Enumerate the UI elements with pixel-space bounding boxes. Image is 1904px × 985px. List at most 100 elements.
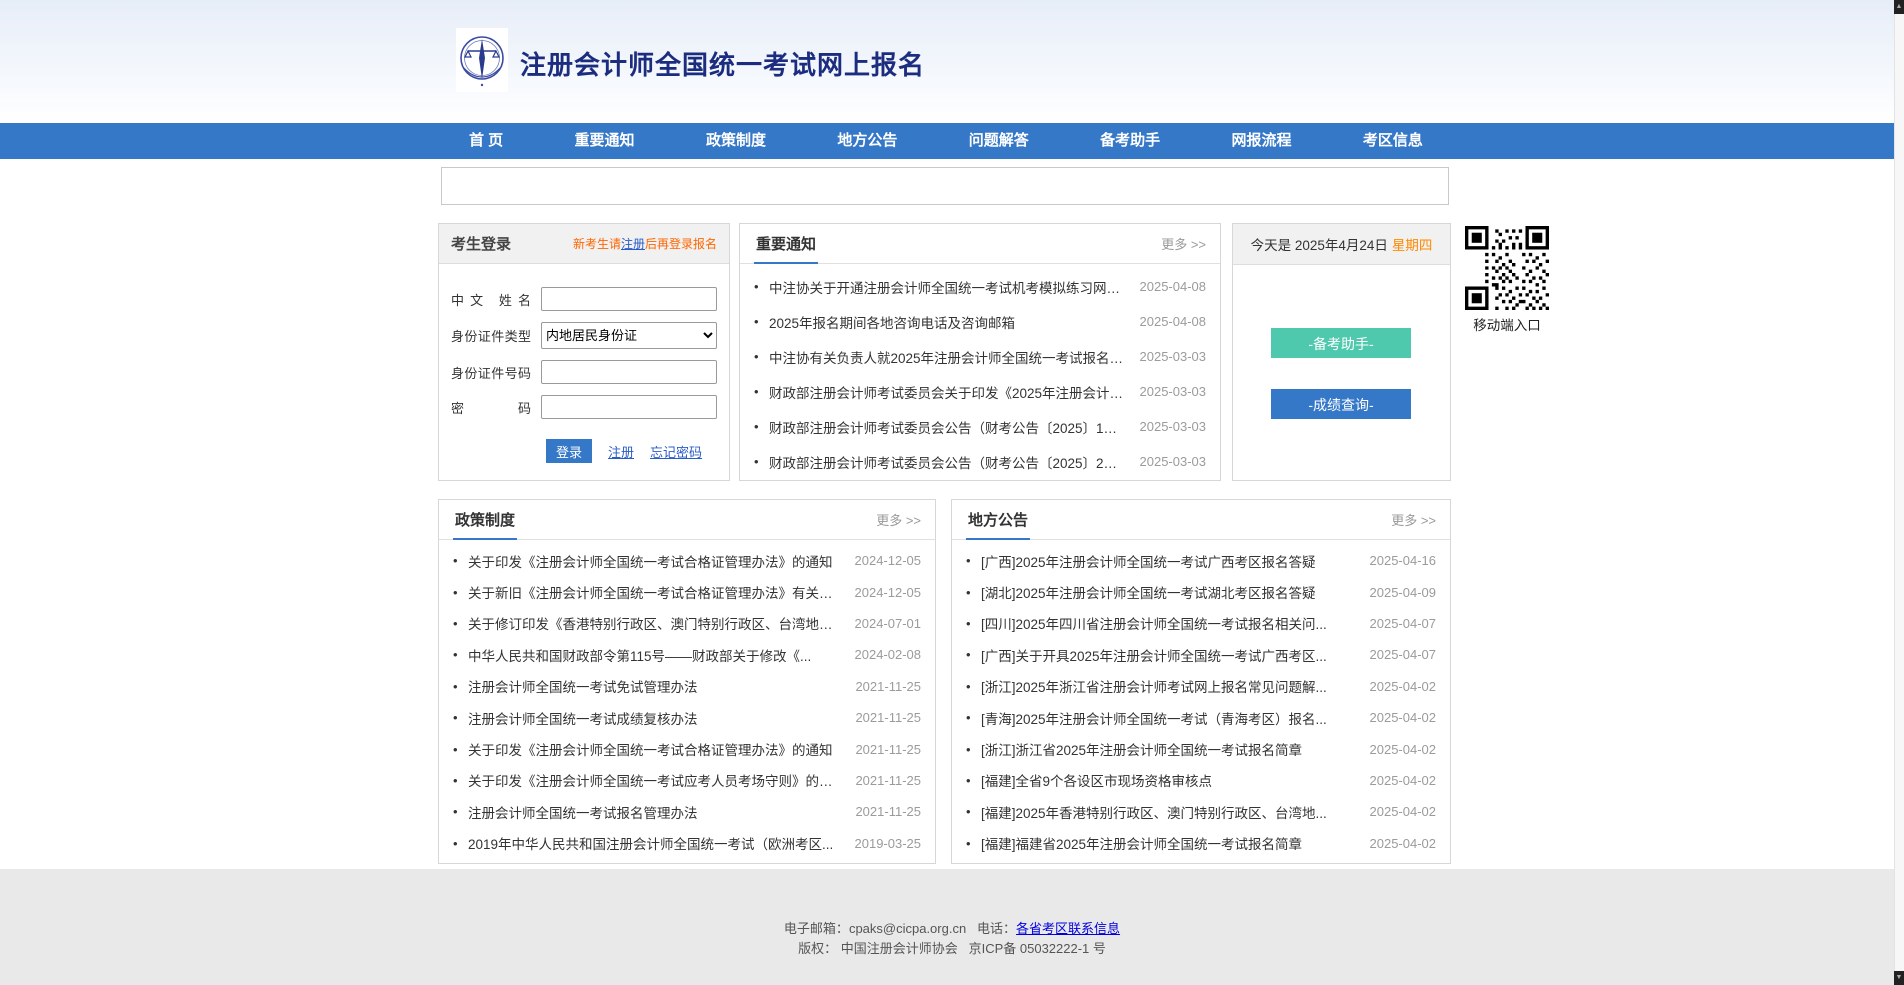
- bullet-icon: •: [453, 804, 468, 819]
- local-link[interactable]: [浙江]2025年浙江省注册会计师考试网上报名常见问题解...: [981, 676, 1358, 696]
- local-link[interactable]: [湖北]2025年注册会计师全国统一考试湖北考区报名答疑: [981, 582, 1358, 602]
- bullet-icon: •: [966, 742, 981, 757]
- notice-link[interactable]: 财政部注册会计师考试委员会公告（财考公告〔2025〕2号...: [769, 452, 1128, 472]
- policies-title: 政策制度: [453, 500, 517, 540]
- local-date: 2025-04-07: [1370, 647, 1437, 662]
- policy-list-item: • 关于印发《注册会计师全国统一考试合格证管理办法》的通知 2021-11-25: [453, 733, 921, 764]
- bullet-icon: •: [754, 454, 769, 469]
- notice-suffix: 后再登录报名: [645, 237, 717, 251]
- notice-link[interactable]: 财政部注册会计师考试委员会关于印发《2025年注册会计师...: [769, 382, 1128, 402]
- notice-link[interactable]: 中注协关于开通注册会计师全国统一考试机考模拟练习网站的公...: [769, 277, 1128, 297]
- today-date: 今天是 2025年4月24日 星期四: [1233, 224, 1450, 265]
- notice-link[interactable]: 财政部注册会计师考试委员会公告（财考公告〔2025〕1号...: [769, 417, 1128, 437]
- nav-item[interactable]: 政策制度: [706, 123, 766, 159]
- local-header: 地方公告 更多 >>: [952, 500, 1450, 540]
- local-list-item: • [广西]2025年注册会计师全国统一考试广西考区报名答疑 2025-04-1…: [966, 545, 1436, 576]
- id-type-select[interactable]: 内地居民身份证: [541, 322, 717, 349]
- nav-item[interactable]: 考区信息: [1363, 123, 1423, 159]
- local-link[interactable]: [浙江]浙江省2025年注册会计师全国统一考试报名简章: [981, 739, 1358, 759]
- policy-link[interactable]: 关于印发《注册会计师全国统一考试合格证管理办法》的通知: [468, 551, 843, 571]
- policy-date: 2021-11-25: [855, 773, 921, 788]
- id-number-input[interactable]: [541, 360, 717, 384]
- policy-link[interactable]: 注册会计师全国统一考试免试管理办法: [468, 676, 843, 696]
- province-contact-link[interactable]: 各省考区联系信息: [1016, 921, 1120, 936]
- local-date: 2025-04-02: [1370, 679, 1437, 694]
- policy-list-item: • 注册会计师全国统一考试报名管理办法 2021-11-25: [453, 796, 921, 827]
- notice-list-item: • 财政部注册会计师考试委员会公告（财考公告〔2025〕2号... 2025-0…: [754, 444, 1206, 479]
- bullet-icon: •: [966, 836, 981, 851]
- forgot-password-link[interactable]: 忘记密码: [650, 442, 702, 461]
- local-link[interactable]: [四川]2025年四川省注册会计师全国统一考试报名相关问...: [981, 613, 1358, 633]
- local-link[interactable]: [青海]2025年注册会计师全国统一考试（青海考区）报名...: [981, 708, 1358, 728]
- local-title: 地方公告: [966, 500, 1030, 540]
- notice-link[interactable]: 中注协有关负责人就2025年注册会计师全国统一考试报名相...: [769, 347, 1128, 367]
- scroll-up-arrow-icon[interactable]: ▲: [1894, 0, 1904, 14]
- local-link[interactable]: [广西]2025年注册会计师全国统一考试广西考区报名答疑: [981, 551, 1358, 571]
- nav-item[interactable]: 网报流程: [1232, 123, 1292, 159]
- policy-list-item: • 关于新旧《注册会计师全国统一考试合格证管理办法》有关衔接... 2024-1…: [453, 576, 921, 607]
- local-link[interactable]: [福建]全省9个各设区市现场资格审核点: [981, 770, 1358, 790]
- copyright-label: 版权：: [798, 941, 837, 956]
- local-list-item: • [福建]2025年香港特别行政区、澳门特别行政区、台湾地... 2025-0…: [966, 796, 1436, 827]
- qr-code-icon: [1465, 226, 1549, 310]
- policy-list-item: • 注册会计师全国统一考试成绩复核办法 2021-11-25: [453, 702, 921, 733]
- info-panel: 今天是 2025年4月24日 星期四 -备考助手- -成绩查询-: [1232, 223, 1451, 481]
- bullet-icon: •: [453, 647, 468, 662]
- policy-link[interactable]: 注册会计师全国统一考试成绩复核办法: [468, 708, 843, 728]
- policies-header: 政策制度 更多 >>: [439, 500, 935, 540]
- policy-link[interactable]: 关于印发《注册会计师全国统一考试合格证管理办法》的通知: [468, 739, 843, 759]
- bullet-icon: •: [966, 710, 981, 725]
- policy-link[interactable]: 中华人民共和国财政部令第115号——财政部关于修改《...: [468, 645, 843, 665]
- new-candidate-notice: 新考生请注册后再登录报名: [573, 235, 717, 252]
- policies-more-link[interactable]: 更多 >>: [876, 510, 921, 529]
- policy-link[interactable]: 2019年中华人民共和国注册会计师全国统一考试（欧洲考区...: [468, 833, 843, 853]
- local-list-item: • [福建]全省9个各设区市现场资格审核点 2025-04-02: [966, 765, 1436, 796]
- local-more-link[interactable]: 更多 >>: [1391, 510, 1436, 529]
- local-date: 2025-04-02: [1370, 773, 1437, 788]
- policy-link[interactable]: 关于新旧《注册会计师全国统一考试合格证管理办法》有关衔接...: [468, 582, 843, 602]
- policy-list-item: • 关于印发《注册会计师全国统一考试应考人员考场守则》的通知 2021-11-2…: [453, 765, 921, 796]
- name-row: 中文 姓名: [451, 287, 717, 311]
- nav-item[interactable]: 地方公告: [837, 123, 897, 159]
- local-list-item: • [四川]2025年四川省注册会计师全国统一考试报名相关问... 2025-0…: [966, 608, 1436, 639]
- notice-list-item: • 中注协有关负责人就2025年注册会计师全国统一考试报名相... 2025-0…: [754, 339, 1206, 374]
- password-input[interactable]: [541, 395, 717, 419]
- local-link[interactable]: [福建]福建省2025年注册会计师全国统一考试报名简章: [981, 833, 1358, 853]
- nav-item[interactable]: 问题解答: [969, 123, 1029, 159]
- local-date: 2025-04-16: [1370, 553, 1437, 568]
- notice-date: 2025-04-08: [1140, 314, 1207, 329]
- local-link[interactable]: [广西]关于开具2025年注册会计师全国统一考试广西考区...: [981, 645, 1358, 665]
- policy-link[interactable]: 关于修订印发《香港特别行政区、澳门特别行政区、台湾地区居...: [468, 613, 843, 633]
- local-date: 2025-04-09: [1370, 585, 1437, 600]
- announcement-bar: [441, 167, 1449, 205]
- notice-list-item: • 财政部注册会计师考试委员会关于印发《2025年注册会计师... 2025-0…: [754, 374, 1206, 409]
- nav-item[interactable]: 备考助手: [1100, 123, 1160, 159]
- notice-register-link[interactable]: 注册: [621, 237, 645, 251]
- exam-helper-button[interactable]: -备考助手-: [1271, 328, 1411, 358]
- policies-panel: 政策制度 更多 >> • 关于印发《注册会计师全国统一考试合格证管理办法》的通知…: [438, 499, 936, 864]
- policy-list-item: • 关于印发《注册会计师全国统一考试合格证管理办法》的通知 2024-12-05: [453, 545, 921, 576]
- register-link[interactable]: 注册: [608, 442, 634, 461]
- nav-item[interactable]: 首 页: [469, 123, 503, 159]
- local-link[interactable]: [福建]2025年香港特别行政区、澳门特别行政区、台湾地...: [981, 802, 1358, 822]
- id-number-row: 身份证件号码: [451, 360, 717, 384]
- local-list-item: • [浙江]2025年浙江省注册会计师考试网上报名常见问题解... 2025-0…: [966, 671, 1436, 702]
- login-button[interactable]: 登录: [546, 439, 592, 463]
- name-input[interactable]: [541, 287, 717, 311]
- qr-label: 移动端入口: [1465, 314, 1549, 334]
- mobile-entry-qr: 移动端入口: [1465, 226, 1549, 334]
- policy-date: 2019-03-25: [855, 836, 922, 851]
- policy-date: 2021-11-25: [855, 742, 921, 757]
- scroll-down-arrow-icon[interactable]: ▼: [1894, 971, 1904, 985]
- bullet-icon: •: [453, 585, 468, 600]
- nav-item[interactable]: 重要通知: [575, 123, 635, 159]
- policy-link[interactable]: 关于印发《注册会计师全国统一考试应考人员考场守则》的通知: [468, 770, 843, 790]
- notices-more-link[interactable]: 更多 >>: [1161, 234, 1206, 253]
- main-navigation: 首 页 重要通知 政策制度 地方公告 问题解答 备考助手 网报流程 考区信息: [0, 123, 1904, 159]
- score-query-button[interactable]: -成绩查询-: [1271, 389, 1411, 419]
- notice-link[interactable]: 2025年报名期间各地咨询电话及咨询邮箱: [769, 312, 1128, 332]
- policy-link[interactable]: 注册会计师全国统一考试报名管理办法: [468, 802, 843, 822]
- vertical-scrollbar[interactable]: ▲ ▼: [1894, 0, 1904, 985]
- bullet-icon: •: [453, 679, 468, 694]
- date-text: 今天是 2025年4月24日: [1251, 234, 1388, 254]
